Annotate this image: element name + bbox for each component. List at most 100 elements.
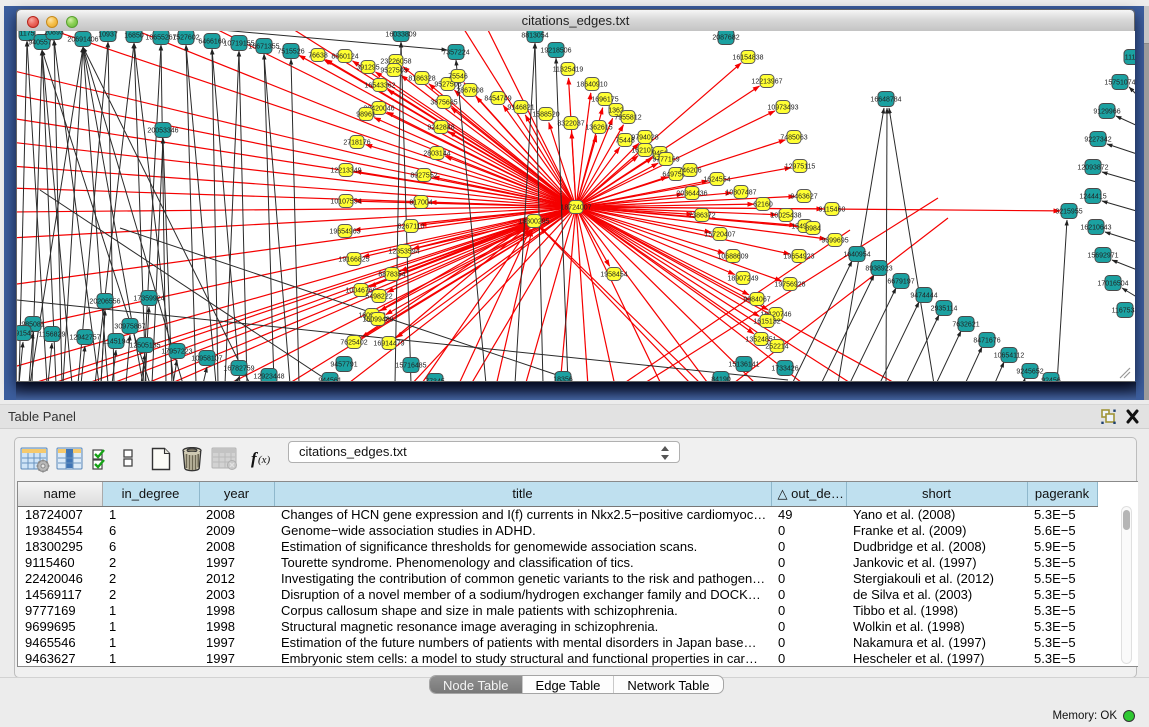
svg-text:1615132: 1615132 — [753, 318, 780, 325]
svg-text:30975867: 30975867 — [114, 323, 145, 330]
svg-text:2867608: 2867608 — [456, 87, 483, 94]
svg-text:19166825: 19166825 — [338, 256, 369, 263]
svg-text:17359924: 17359924 — [133, 295, 164, 302]
svg-text:9242848: 9242848 — [427, 124, 454, 131]
svg-text:1156829: 1156829 — [39, 331, 66, 338]
svg-text:8471676: 8471676 — [973, 337, 1000, 344]
svg-text:19654923: 19654923 — [783, 253, 814, 260]
svg-text:7632621: 7632621 — [952, 321, 979, 328]
svg-text:9129966: 9129966 — [1093, 108, 1120, 115]
svg-text:9474444: 9474444 — [910, 292, 937, 299]
svg-text:16850: 16850 — [124, 32, 144, 39]
svg-text:1362615: 1362615 — [585, 124, 612, 131]
svg-text:944561: 944561 — [318, 377, 341, 381]
svg-text:19756928: 19756928 — [774, 281, 805, 288]
svg-text:19654963: 19654963 — [329, 228, 360, 235]
svg-text:10025438: 10025438 — [770, 212, 801, 219]
svg-text:16033809: 16033809 — [385, 31, 416, 38]
svg-text:10107554: 10107554 — [330, 198, 361, 205]
svg-text:1527602: 1527602 — [172, 34, 199, 41]
svg-text:2718176: 2718176 — [343, 139, 370, 146]
svg-text:8927552: 8927552 — [410, 172, 437, 179]
svg-text:15716485: 15716485 — [395, 362, 426, 369]
svg-text:7485063: 7485063 — [780, 134, 807, 141]
svg-text:16782759: 16782759 — [223, 365, 254, 372]
svg-text:20206556: 20206556 — [89, 298, 120, 305]
svg-text:252214: 252214 — [765, 343, 788, 350]
svg-text:9699695: 9699695 — [821, 237, 848, 244]
svg-text:16154838: 16154838 — [732, 54, 763, 61]
svg-text:9777169: 9777169 — [652, 156, 679, 163]
svg-text:1175: 1175 — [19, 31, 34, 37]
svg-text:3215955: 3215955 — [1055, 208, 1082, 215]
svg-text:1696175: 1696175 — [591, 96, 618, 103]
svg-text:9405571: 9405571 — [28, 39, 55, 46]
svg-text:16914479: 16914479 — [373, 340, 404, 347]
svg-text:12923448: 12923448 — [253, 373, 284, 380]
svg-text:20893: 20893 — [44, 31, 64, 36]
svg-text:18356: 18356 — [553, 376, 573, 381]
svg-text:1588520: 1588520 — [532, 111, 559, 118]
svg-text:12975115: 12975115 — [785, 163, 816, 170]
svg-text:76638: 76638 — [308, 52, 328, 59]
svg-text:20691406: 20691406 — [67, 36, 98, 43]
svg-text:16671355: 16671355 — [248, 43, 279, 50]
svg-text:75546: 75546 — [448, 73, 468, 80]
svg-text:7955812: 7955812 — [614, 114, 641, 121]
svg-text:16099489: 16099489 — [362, 316, 393, 323]
svg-text:9115460: 9115460 — [819, 206, 846, 213]
svg-text:15751074: 15751074 — [1104, 79, 1135, 86]
svg-text:12505135: 12505135 — [129, 342, 160, 349]
svg-text:746206: 746206 — [678, 167, 701, 174]
svg-text:9146821: 9146821 — [507, 104, 534, 111]
svg-text:17016504: 17016504 — [1097, 280, 1128, 287]
svg-text:10688609: 10688609 — [717, 253, 748, 260]
svg-text:9457791: 9457791 — [330, 361, 357, 368]
svg-text:8984: 8984 — [805, 225, 821, 232]
svg-text:10937: 10937 — [98, 31, 118, 38]
svg-text:18300295: 18300295 — [518, 218, 549, 225]
svg-text:7357224: 7357224 — [442, 49, 469, 56]
svg-text:9527505: 9527505 — [380, 67, 407, 74]
svg-text:10654112: 10654112 — [994, 352, 1025, 359]
svg-text:7515526: 7515526 — [277, 48, 304, 55]
svg-text:2935114: 2935114 — [931, 305, 958, 312]
svg-text:6466160: 6466160 — [198, 38, 225, 45]
svg-text:1640954: 1640954 — [843, 251, 870, 258]
svg-text:17957223: 17957223 — [161, 348, 192, 355]
svg-text:2803144: 2803144 — [423, 150, 450, 157]
svg-text:7625402: 7625402 — [340, 339, 367, 346]
svg-text:11325419: 11325419 — [553, 66, 584, 73]
svg-text:12942757: 12942757 — [69, 334, 100, 341]
svg-text:98961: 98961 — [356, 111, 376, 118]
svg-text:1117: 1117 — [1125, 54, 1135, 61]
svg-text:92456: 92456 — [1041, 377, 1061, 381]
svg-text:817004: 817004 — [409, 199, 432, 206]
svg-text:62160: 62160 — [753, 201, 773, 208]
svg-text:20364436: 20364436 — [676, 190, 707, 197]
svg-text:10807487: 10807487 — [725, 189, 756, 196]
svg-text:9245652: 9245652 — [1016, 368, 1043, 375]
svg-text:16648784: 16648784 — [870, 96, 901, 103]
svg-text:8322037: 8322037 — [557, 120, 584, 127]
svg-text:8186328: 8186328 — [408, 75, 435, 82]
svg-text:8454749: 8454749 — [484, 95, 511, 102]
svg-text:1244415: 1244415 — [1079, 193, 1106, 200]
svg-text:18724007: 18724007 — [560, 204, 591, 211]
svg-text:12213967: 12213967 — [751, 78, 782, 85]
svg-text:9227342: 9227342 — [1084, 136, 1111, 143]
svg-text:10958107: 10958107 — [191, 355, 222, 362]
svg-text:8860124: 8860124 — [331, 53, 358, 60]
svg-text:15136141: 15136141 — [728, 361, 759, 368]
svg-text:12093872: 12093872 — [1077, 164, 1108, 171]
svg-text:391541: 391541 — [17, 330, 35, 337]
svg-text:77345: 77345 — [425, 378, 445, 381]
svg-text:2087682: 2087682 — [712, 34, 739, 41]
svg-text:3875685: 3875685 — [430, 99, 457, 106]
svg-text:9463627: 9463627 — [790, 193, 817, 200]
svg-text:(x): (x) — [258, 454, 271, 466]
svg-text:84190: 84190 — [711, 376, 731, 381]
svg-text:6679197: 6679197 — [887, 278, 914, 285]
svg-text:5498222: 5498222 — [365, 293, 392, 300]
svg-text:1958454: 1958454 — [600, 271, 627, 278]
